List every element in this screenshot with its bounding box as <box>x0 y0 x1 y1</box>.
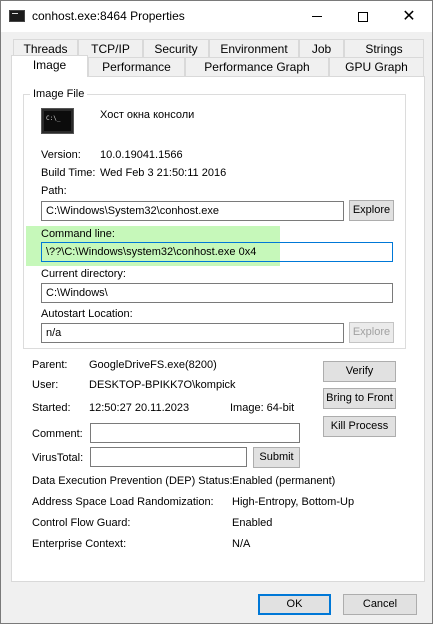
bring-to-front-button[interactable]: Bring to Front <box>323 388 396 409</box>
virustotal-field[interactable] <box>90 447 247 467</box>
close-icon: ✕ <box>402 7 416 25</box>
virustotal-label: VirusTotal: <box>32 452 84 464</box>
maximize-icon <box>358 11 368 22</box>
tab-job[interactable]: Job <box>299 39 344 59</box>
cfg-label: Control Flow Guard: <box>32 517 131 529</box>
tab-performance[interactable]: Performance <box>88 57 185 77</box>
tab-strings[interactable]: Strings <box>344 39 424 59</box>
explore-autostart-button[interactable]: Explore <box>349 322 394 343</box>
console-app-icon <box>9 10 25 22</box>
cancel-button[interactable]: Cancel <box>343 594 417 615</box>
minimize-button[interactable] <box>294 1 340 32</box>
tab-performance-graph[interactable]: Performance Graph <box>185 57 329 77</box>
build-time-label: Build Time: <box>41 167 96 179</box>
window-title: conhost.exe:8464 Properties <box>32 9 185 23</box>
enterprise-context-value: N/A <box>232 538 251 550</box>
path-field[interactable]: C:\Windows\System32\conhost.exe <box>41 201 344 221</box>
dep-status-label: Data Execution Prevention (DEP) Status: <box>32 475 233 487</box>
cfg-value: Enabled <box>232 517 273 529</box>
explore-path-button[interactable]: Explore <box>349 200 394 221</box>
parent-value: GoogleDriveFS.exe(8200) <box>89 359 217 371</box>
version-value: 10.0.19041.1566 <box>100 149 183 161</box>
minimize-icon <box>312 16 322 17</box>
current-directory-label: Current directory: <box>41 268 126 280</box>
autostart-location-label: Autostart Location: <box>41 308 133 320</box>
current-directory-field[interactable]: C:\Windows\ <box>41 283 393 303</box>
dep-status-value: Enabled (permanent) <box>232 475 336 487</box>
command-line-field[interactable]: \??\C:\Windows\system32\conhost.exe 0x4 <box>41 242 393 262</box>
path-label: Path: <box>41 185 67 197</box>
properties-window: conhost.exe:8464 Properties ✕ Threads TC… <box>0 0 433 624</box>
virustotal-submit-button[interactable]: Submit <box>253 447 300 468</box>
autostart-location-field[interactable]: n/a <box>41 323 344 343</box>
ok-button[interactable]: OK <box>258 594 331 615</box>
verify-button[interactable]: Verify <box>323 361 396 382</box>
image-description: Хост окна консоли <box>100 109 195 121</box>
close-button[interactable]: ✕ <box>386 1 432 32</box>
comment-field[interactable] <box>90 423 300 443</box>
console-icon <box>41 108 74 134</box>
started-label: Started: <box>32 402 71 414</box>
aslr-label: Address Space Load Randomization: <box>32 496 214 508</box>
user-value: DESKTOP-BPIKK7O\kompick <box>89 379 236 391</box>
maximize-button[interactable] <box>340 1 386 32</box>
image-file-group-title: Image File <box>30 88 88 100</box>
started-value: 12:50:27 20.11.2023 <box>89 402 190 414</box>
tab-security[interactable]: Security <box>143 39 209 59</box>
image-bits: Image: 64-bit <box>230 402 295 414</box>
comment-label: Comment: <box>32 428 83 440</box>
command-line-label: Command line: <box>41 228 115 240</box>
build-time-value: Wed Feb 3 21:50:11 2016 <box>100 167 227 179</box>
tab-gpu-graph[interactable]: GPU Graph <box>329 57 424 77</box>
kill-process-button[interactable]: Kill Process <box>323 416 396 437</box>
aslr-value: High-Entropy, Bottom-Up <box>232 496 355 508</box>
parent-label: Parent: <box>32 359 68 371</box>
title-bar[interactable]: conhost.exe:8464 Properties ✕ <box>1 1 432 32</box>
tab-environment[interactable]: Environment <box>209 39 299 59</box>
version-label: Version: <box>41 149 81 161</box>
tab-image[interactable]: Image <box>11 55 88 77</box>
user-label: User: <box>32 379 59 391</box>
enterprise-context-label: Enterprise Context: <box>32 538 127 550</box>
